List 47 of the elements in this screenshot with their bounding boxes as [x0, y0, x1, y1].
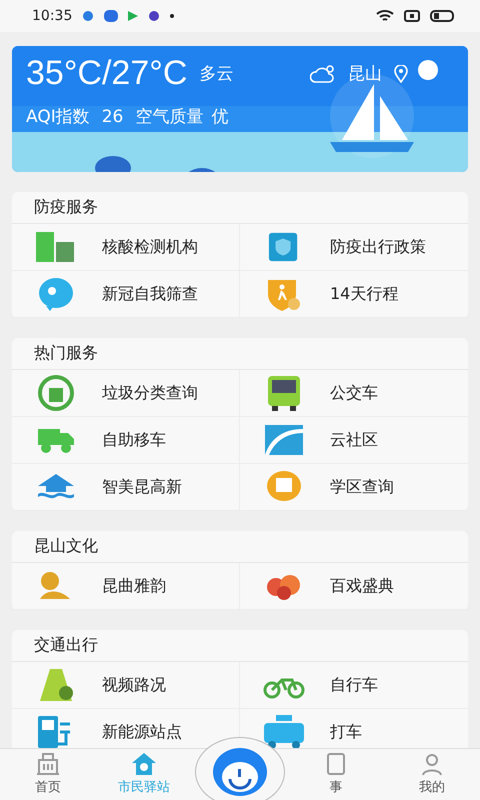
section-title: 热门服务 — [12, 338, 468, 370]
service-icon — [262, 715, 306, 748]
tab-item[interactable]: 首页 — [0, 749, 96, 800]
battery-icon — [430, 10, 454, 22]
sim-icon — [404, 10, 420, 22]
service-item[interactable]: 核酸检测机构 — [12, 224, 240, 271]
aqi-value: 26 — [102, 106, 124, 126]
aqi-label: AQI指数 — [26, 106, 90, 128]
app-notification-icon — [82, 10, 94, 22]
more-notifications-icon — [170, 14, 174, 18]
smiley-icon — [212, 747, 268, 797]
house-icon — [131, 752, 157, 776]
service-item[interactable]: 学区查询 — [240, 464, 468, 511]
weather-banner[interactable]: 35°C/27°C 多云 昆山 AQI指数 26 空气质量 优 — [12, 46, 468, 172]
section-title: 交通出行 — [12, 630, 468, 662]
city-name[interactable]: 昆山 — [348, 62, 382, 85]
weather-condition: 多云 — [199, 63, 234, 85]
service-item[interactable]: 公交车 — [240, 370, 468, 417]
section-title: 防疫服务 — [12, 192, 468, 224]
service-item[interactable]: 自行车 — [240, 662, 468, 709]
tab-item[interactable]: 我的 — [384, 749, 480, 800]
service-icon — [262, 425, 306, 455]
play-notification-icon — [128, 11, 138, 21]
service-item[interactable]: 14天行程 — [240, 271, 468, 318]
air-quality-label: 空气质量 — [135, 106, 204, 128]
service-item[interactable]: 云社区 — [240, 417, 468, 464]
document-icon — [324, 752, 348, 776]
building-icon — [35, 752, 61, 776]
service-item[interactable]: 昆曲雅韵 — [12, 563, 240, 610]
cloud-sun-icon — [310, 64, 336, 84]
service-item[interactable]: 自助移车 — [12, 417, 240, 464]
service-item[interactable]: 智美昆高新 — [12, 464, 240, 511]
app-notification-icon — [148, 10, 160, 22]
status-time: 10:35 — [32, 8, 72, 24]
wifi-icon — [376, 9, 394, 23]
service-item[interactable]: 视频路况 — [12, 662, 240, 709]
tab-item[interactable]: 事 — [288, 749, 384, 800]
location-pin-icon — [394, 64, 408, 82]
service-item[interactable]: 垃圾分类查询 — [12, 370, 240, 417]
service-item[interactable]: 新冠自我筛查 — [12, 271, 240, 318]
temperature: 35°C/27°C — [26, 54, 188, 93]
section-title: 昆山文化 — [12, 531, 468, 563]
service-item[interactable]: 百戏盛典 — [240, 563, 468, 610]
air-quality-value: 优 — [211, 106, 228, 128]
service-item[interactable]: 防疫出行政策 — [240, 224, 468, 271]
person-icon — [420, 752, 444, 776]
chat-notification-icon — [104, 10, 118, 22]
